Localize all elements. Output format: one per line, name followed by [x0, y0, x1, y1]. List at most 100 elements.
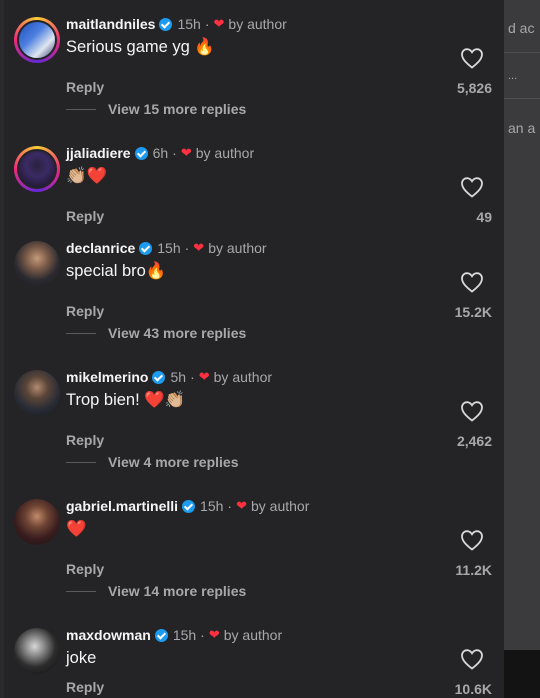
replies-line — [66, 461, 96, 463]
fire-emoji: 🔥 — [194, 38, 215, 56]
comment-text-content: Serious game yg — [66, 38, 190, 56]
avatar[interactable] — [14, 17, 60, 63]
comment-header: gabriel.martinelli 15h · ❤ by author — [66, 498, 309, 514]
verified-badge-icon — [134, 146, 148, 160]
heart-outline-icon[interactable] — [460, 176, 484, 198]
reply-button[interactable]: Reply — [66, 303, 104, 319]
heart-emoji: ❤️ — [66, 520, 87, 538]
avatar[interactable] — [14, 241, 60, 287]
view-replies-label: View 4 more replies — [108, 454, 239, 470]
comment-header: maitlandniles 15h · ❤ by author — [66, 16, 287, 32]
comment-text: 👏🏼❤️ — [66, 167, 107, 186]
background-text-fragment: d ac — [508, 20, 535, 36]
comment-text: Trop bien! ❤️👏🏼 — [66, 391, 185, 410]
timestamp: 15h — [200, 498, 224, 514]
separator: · — [172, 145, 177, 161]
by-author-label: by author — [195, 145, 255, 161]
avatar[interactable] — [14, 628, 60, 674]
replies-line — [66, 332, 96, 334]
like-count: 11.2K — [455, 562, 492, 578]
replies-line — [66, 108, 96, 110]
verified-badge-icon — [139, 241, 153, 255]
separator: · — [184, 240, 190, 256]
comment-text-content: joke — [66, 649, 97, 667]
timestamp: 5h — [170, 369, 187, 385]
verified-badge-icon — [152, 370, 166, 384]
view-more-replies[interactable]: View 4 more replies — [66, 454, 238, 470]
username[interactable]: maitlandniles — [66, 16, 155, 32]
fire-emoji: 🔥 — [145, 262, 167, 280]
timestamp: 15h — [172, 627, 197, 643]
comment-text-content: Trop bien! — [66, 391, 140, 409]
divider — [500, 98, 540, 99]
username[interactable]: jjaliadiere — [66, 145, 131, 161]
background-text-fragment: an a — [508, 120, 536, 136]
comment-header: mikelmerino 5h · ❤ by author — [66, 369, 272, 385]
background-page: d ac ... an a — [500, 0, 540, 698]
separator: · — [200, 627, 205, 643]
like-count: 49 — [476, 209, 492, 225]
by-author-label: by author — [223, 627, 283, 643]
username[interactable]: declanrice — [66, 240, 135, 256]
username[interactable]: maxdowman — [66, 627, 151, 643]
separator: · — [227, 498, 233, 514]
heart-outline-icon[interactable] — [460, 529, 484, 551]
heart-clap-emoji: ❤️👏🏼 — [144, 391, 186, 409]
view-replies-label: View 14 more replies — [108, 583, 247, 599]
comment-text: ❤️ — [66, 520, 87, 539]
heart-outline-icon[interactable] — [460, 271, 484, 293]
heart-outline-icon[interactable] — [460, 648, 484, 670]
by-author-label: by author — [228, 16, 287, 32]
view-replies-label: View 15 more replies — [108, 101, 247, 117]
avatar[interactable] — [14, 499, 60, 545]
reply-button[interactable]: Reply — [66, 432, 104, 448]
separator: · — [204, 16, 210, 32]
like-count: 10.6K — [454, 681, 492, 697]
comment-text: joke — [66, 649, 96, 668]
avatar[interactable] — [14, 146, 60, 192]
red-heart-icon: ❤ — [193, 240, 205, 255]
heart-outline-icon[interactable] — [460, 400, 484, 422]
view-more-replies[interactable]: View 15 more replies — [66, 101, 246, 117]
comment-text: special bro🔥 — [66, 262, 166, 281]
divider — [500, 52, 540, 53]
like-count: 15.2K — [454, 304, 492, 320]
separator: · — [190, 369, 195, 385]
replies-line — [66, 590, 96, 592]
comment-header: maxdowman 15h · ❤ by author — [66, 627, 282, 643]
red-heart-icon: ❤ — [236, 498, 247, 513]
red-heart-icon: ❤ — [180, 145, 192, 160]
username[interactable]: mikelmerino — [66, 369, 148, 385]
timestamp: 15h — [177, 16, 201, 32]
background-dark-area — [500, 650, 540, 698]
by-author-label: by author — [213, 369, 273, 385]
like-count: 2,462 — [456, 433, 492, 449]
reply-button[interactable]: Reply — [66, 208, 104, 224]
clap-heart-emoji: 👏🏼❤️ — [66, 167, 108, 185]
by-author-label: by author — [250, 498, 310, 514]
by-author-label: by author — [208, 240, 267, 256]
verified-badge-icon — [182, 499, 196, 513]
reply-button[interactable]: Reply — [66, 79, 104, 95]
background-text-fragment: ... — [508, 70, 518, 82]
comment-header: jjaliadiere 6h · ❤ by author — [66, 145, 254, 161]
reply-button[interactable]: Reply — [66, 679, 104, 695]
username[interactable]: gabriel.martinelli — [66, 498, 178, 514]
comment-text: Serious game yg 🔥 — [66, 38, 215, 57]
verified-badge-icon — [159, 17, 173, 31]
red-heart-icon: ❤ — [198, 369, 210, 384]
comments-panel[interactable]: maitlandniles 15h · ❤ by author Serious … — [4, 0, 504, 698]
red-heart-icon: ❤ — [213, 16, 225, 31]
like-count: 5,826 — [456, 80, 492, 96]
verified-badge-icon — [154, 628, 168, 642]
heart-outline-icon[interactable] — [460, 47, 484, 69]
view-replies-label: View 43 more replies — [108, 325, 247, 341]
view-more-replies[interactable]: View 14 more replies — [66, 583, 246, 599]
timestamp: 6h — [152, 145, 169, 161]
timestamp: 15h — [157, 240, 181, 256]
comment-header: declanrice 15h · ❤ by author — [66, 240, 267, 256]
red-heart-icon: ❤ — [208, 627, 220, 642]
reply-button[interactable]: Reply — [66, 561, 104, 577]
view-more-replies[interactable]: View 43 more replies — [66, 325, 246, 341]
avatar[interactable] — [14, 370, 60, 416]
